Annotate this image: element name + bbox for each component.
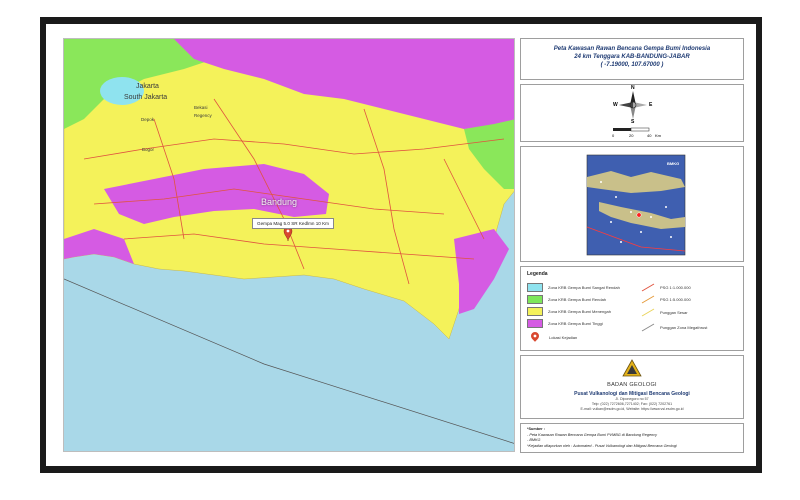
event-callout: Gempa Mag 5.0 SR Kedlmn 10 Km (252, 218, 335, 229)
line-symbol-icon (641, 323, 655, 332)
agency-logo-caption: BADAN GEOLOGI (607, 382, 657, 388)
legend-zone-medium: Zona KRB Gempa Bumi Menengah (527, 307, 611, 316)
badan-geologi-logo-icon (622, 359, 642, 377)
place-regency: Regency (194, 113, 212, 118)
legend-swatch-very-low (527, 283, 543, 292)
legend-label-low: Zona KRB Gempa Bumi Rendah (548, 297, 607, 302)
legend-box: Legenda Zona KRB Gempa Bumi Sangat Renda… (520, 266, 744, 351)
scale-tick-20: 20 (629, 133, 634, 138)
note-item-3: *Kejadian dilaporkan oleh : Automated - … (527, 443, 677, 448)
legend-event: Lokasi Kejadian (531, 332, 577, 342)
source-notes: *Sumber : - Peta Kawasan Rawan Bencana G… (520, 423, 744, 453)
place-jakarta: Jakarta (136, 83, 159, 90)
legend-label-sesar: Punggan Sesar (660, 310, 688, 315)
legend-zone-low: Zona KRB Gempa Bumi Rendah (527, 295, 606, 304)
map-pin-icon (531, 332, 539, 342)
place-south-jakarta: South Jakarta (124, 94, 168, 101)
legend-line-psg1m: PSG 1:1.000.000 (641, 283, 691, 292)
zone-high-east (454, 229, 509, 314)
legend-swatch-high (527, 319, 543, 328)
inset-map (586, 154, 686, 256)
place-depok: Depok (141, 117, 155, 122)
agency-email: E-mail: vulkan@esdm.go.id, Website: http… (580, 407, 684, 411)
line-symbol-icon (641, 295, 655, 304)
legend-line-megathrust: Punggan Zona Megathrust (641, 323, 708, 332)
scale-tick-40: 40 (647, 133, 652, 138)
legend-line-sesar: Punggan Sesar (641, 308, 688, 317)
legend-swatch-medium (527, 307, 543, 316)
compass-north: N (631, 85, 635, 91)
legend-label-megathrust: Punggan Zona Megathrust (660, 325, 708, 330)
place-bogor: Bogor (142, 147, 155, 152)
legend-label-event: Lokasi Kejadian (549, 334, 578, 340)
legend-label-very-low: Zona KRB Gempa Bumi Sangat Rendah (548, 285, 620, 290)
legend-label-psg1m: PSG 1:1.000.000 (660, 285, 691, 290)
compass-west: W (613, 102, 618, 108)
compass-east: E (649, 102, 653, 108)
legend-zone-high: Zona KRB Gempa Bumi Tinggi (527, 319, 603, 328)
compass-box: N S E W 0 20 40 Km (520, 84, 744, 142)
legend-label-medium: Zona KRB Gempa Bumi Menengah (548, 309, 611, 314)
hazard-map[interactable]: Jakarta South Jakarta Bekasi Regency Dep… (63, 38, 515, 452)
legend-title: Legenda (527, 271, 548, 277)
inset-label: BMKG (667, 161, 680, 166)
title-box: Peta Kawasan Rawan Bencana Gempa Bumi In… (520, 38, 744, 80)
legend-label-high: Zona KRB Gempa Bumi Tinggi (548, 321, 603, 326)
map-title: Peta Kawasan Rawan Bencana Gempa Bumi In… (553, 46, 711, 52)
compass-south: S (631, 119, 635, 125)
line-symbol-icon (641, 283, 655, 292)
scale-tick-0: 0 (612, 133, 615, 138)
place-bandung: Bandung (261, 197, 298, 207)
inset-map-box: BMKG (520, 146, 744, 262)
map-coordinates: ( -7.19000, 107.67000 ) (600, 62, 664, 68)
map-location: 24 km Tenggara KAB-BANDUNG-JABAR (574, 54, 690, 60)
line-symbol-icon (641, 308, 655, 317)
place-bekasi: Bekasi (194, 105, 208, 110)
legend-zone-very-low: Zona KRB Gempa Bumi Sangat Rendah (527, 283, 620, 292)
legend-line-psg5m: PSG 1:5.000.000 (641, 295, 691, 304)
legend-swatch-low (527, 295, 543, 304)
legend-label-psg5m: PSG 1:5.000.000 (660, 297, 691, 302)
agency-box: BADAN GEOLOGI Pusat Vulkanologi dan Miti… (520, 355, 744, 419)
scale-unit: Km (655, 133, 661, 138)
